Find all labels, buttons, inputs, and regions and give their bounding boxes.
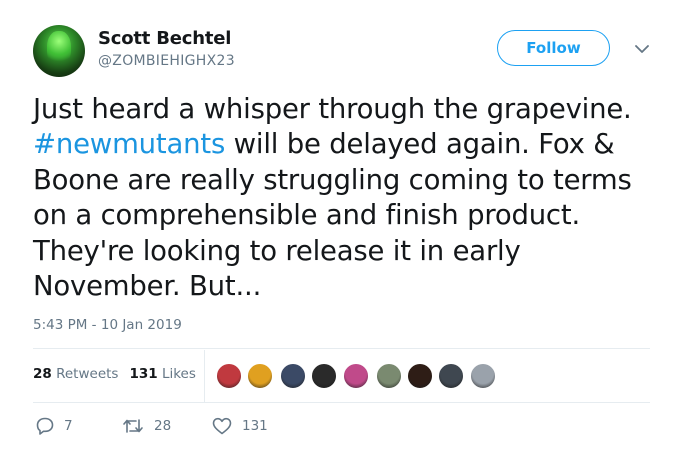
liker-avatar[interactable]: [311, 363, 337, 389]
like-count: 131: [242, 418, 268, 434]
likes-count: 131: [129, 366, 158, 382]
engagement-stats: 28 Retweets 131 Likes: [33, 366, 196, 382]
likes-label: Likes: [161, 366, 196, 382]
chevron-down-icon[interactable]: [633, 40, 651, 58]
avatar[interactable]: [33, 25, 85, 77]
author-handle[interactable]: @ZOMBIEHIGHX23: [98, 53, 235, 69]
retweets-stat[interactable]: 28 Retweets: [33, 366, 118, 382]
liker-avatar[interactable]: [280, 363, 306, 389]
reply-icon: [36, 417, 54, 435]
reply-button[interactable]: 7: [35, 416, 73, 436]
tweet-text: Just heard a whisper through the grapevi…: [33, 92, 663, 304]
retweet-icon: [123, 419, 143, 433]
likes-stat[interactable]: 131 Likes: [129, 366, 195, 382]
divider: [33, 348, 650, 349]
liker-avatar[interactable]: [470, 363, 496, 389]
tweet-text-part1: Just heard a whisper through the grapevi…: [33, 93, 632, 125]
liker-avatar[interactable]: [438, 363, 464, 389]
liker-avatar[interactable]: [247, 363, 273, 389]
divider: [33, 402, 650, 403]
stats-divider: [204, 350, 205, 402]
liker-avatar[interactable]: [407, 363, 433, 389]
liker-avatar[interactable]: [376, 363, 402, 389]
reply-count: 7: [64, 418, 73, 434]
liker-avatar[interactable]: [343, 363, 369, 389]
follow-button[interactable]: Follow: [497, 30, 610, 66]
retweet-button[interactable]: 28: [121, 416, 171, 436]
like-button[interactable]: 131: [211, 416, 268, 436]
hashtag-link[interactable]: #newmutants: [33, 128, 225, 160]
liker-avatar[interactable]: [216, 363, 242, 389]
author-name[interactable]: Scott Bechtel: [98, 28, 231, 49]
like-icon: [212, 417, 232, 435]
retweets-label: Retweets: [56, 366, 119, 382]
timestamp[interactable]: 5:43 PM - 10 Jan 2019: [33, 317, 182, 333]
retweet-count: 28: [154, 418, 172, 434]
retweets-count: 28: [33, 366, 52, 382]
